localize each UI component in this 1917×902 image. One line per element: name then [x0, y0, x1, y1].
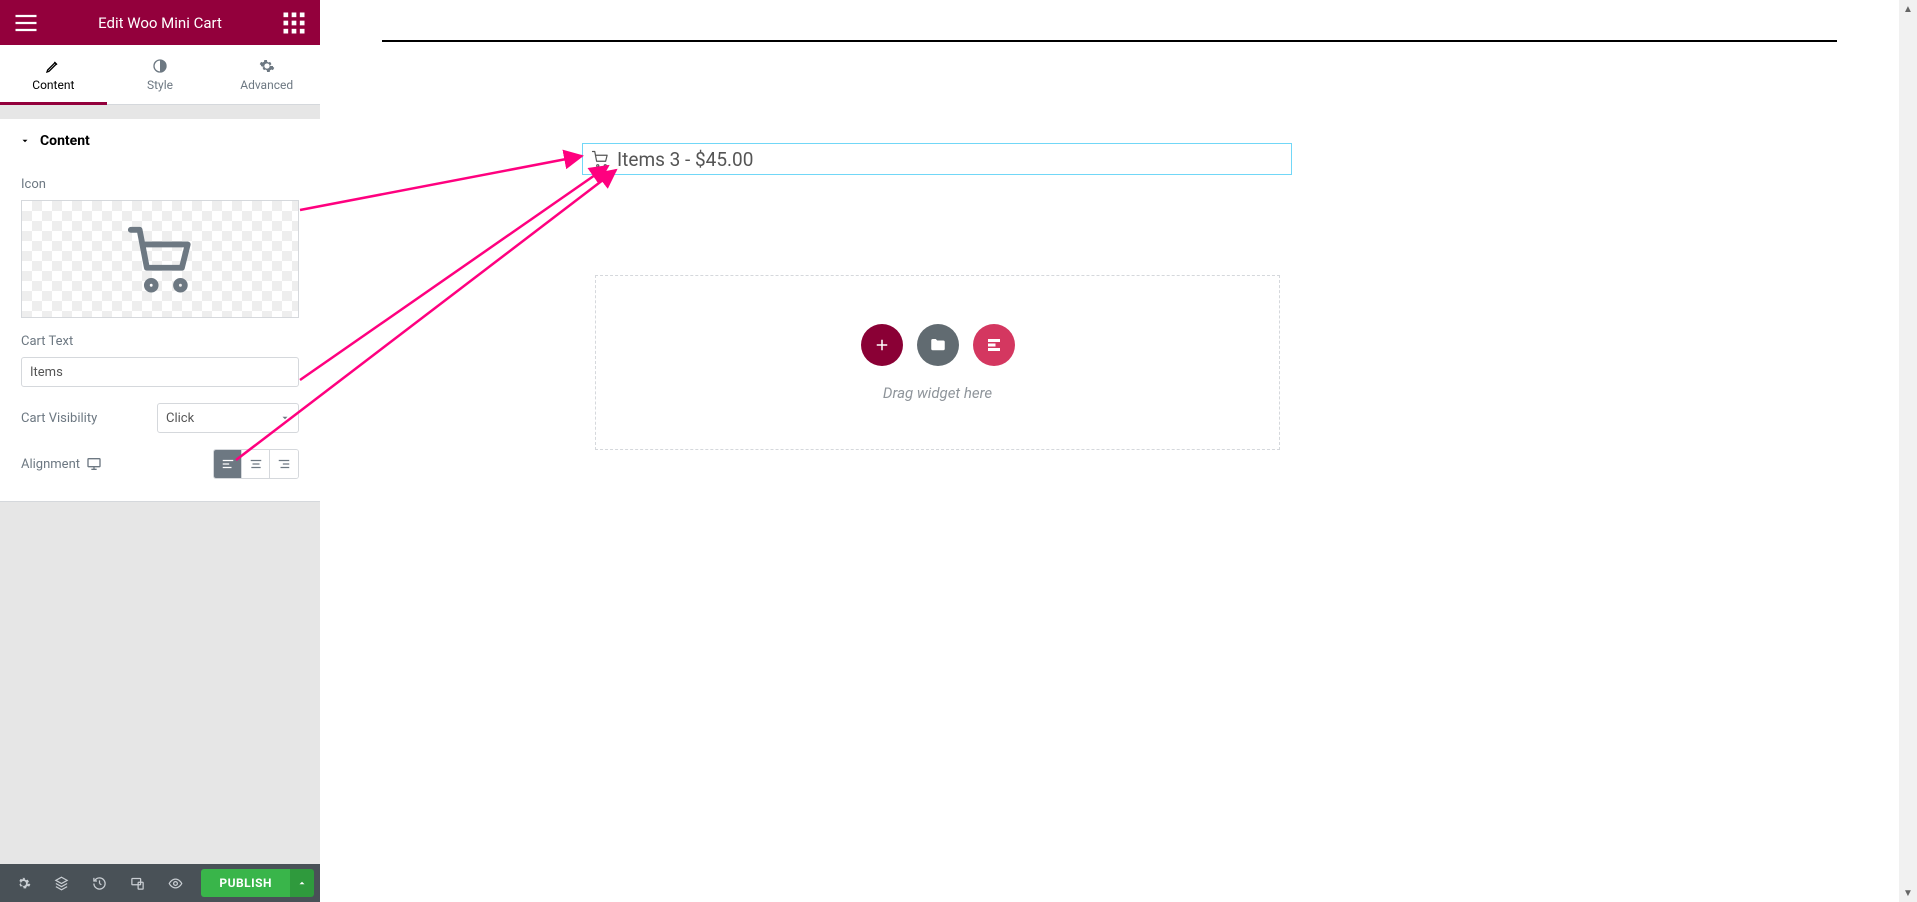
control-label: Alignment	[21, 457, 80, 472]
navigator-button[interactable]	[44, 864, 78, 902]
history-button[interactable]	[82, 864, 116, 902]
section-content: Content Icon Cart Text	[0, 119, 320, 502]
empty-section-dropzone[interactable]: Drag widget here	[595, 275, 1280, 450]
tab-content[interactable]: Content	[0, 45, 107, 104]
menu-button[interactable]	[12, 9, 40, 37]
align-left-button[interactable]	[214, 450, 242, 478]
sidebar-footer: PUBLISH	[0, 864, 320, 902]
elementskit-library-button[interactable]	[973, 324, 1015, 366]
cart-icon	[591, 150, 609, 168]
responsive-device-icon[interactable]	[86, 456, 102, 472]
dropzone-actions	[861, 324, 1015, 366]
icon-picker[interactable]	[21, 200, 299, 318]
caret-down-icon	[20, 136, 30, 146]
section-body: Icon Cart Text Cart Visibility	[0, 163, 320, 501]
divider	[0, 105, 320, 119]
select-value: Click	[166, 411, 194, 426]
panel-title: Edit Woo Mini Cart	[40, 14, 280, 32]
widgets-grid-button[interactable]	[280, 9, 308, 37]
publish-options-button[interactable]	[290, 869, 314, 897]
cart-summary-text: Items 3 - $45.00	[617, 148, 753, 171]
control-icon: Icon	[21, 177, 299, 318]
sidebar-spacer	[0, 502, 320, 864]
preview-button[interactable]	[158, 864, 192, 902]
scrollbar: ▲ ▼	[1899, 0, 1917, 902]
tab-label: Content	[32, 78, 74, 92]
responsive-button[interactable]	[120, 864, 154, 902]
cart-icon	[125, 224, 195, 294]
tab-label: Style	[147, 78, 173, 92]
control-label: Icon	[21, 177, 299, 192]
contrast-icon	[152, 58, 168, 74]
alignment-group	[213, 449, 299, 479]
mini-cart-widget[interactable]: Items 3 - $45.00	[582, 143, 1292, 175]
settings-button[interactable]	[6, 864, 40, 902]
tab-label: Advanced	[240, 78, 293, 92]
control-label: Cart Visibility	[21, 411, 97, 426]
tab-advanced[interactable]: Advanced	[213, 45, 320, 104]
align-right-button[interactable]	[270, 450, 298, 478]
control-cart-visibility: Cart Visibility Click	[21, 403, 299, 433]
publish-button[interactable]: PUBLISH	[201, 869, 290, 897]
panel-tabs: Content Style Advanced	[0, 45, 320, 105]
editor-sidebar: Edit Woo Mini Cart Content Style	[0, 0, 320, 902]
caret-down-icon	[280, 413, 290, 423]
template-library-button[interactable]	[917, 324, 959, 366]
control-alignment: Alignment	[21, 449, 299, 479]
sidebar-header: Edit Woo Mini Cart	[0, 0, 320, 45]
publish-group: PUBLISH	[201, 869, 314, 897]
divider	[382, 40, 1837, 42]
pencil-icon	[45, 58, 61, 74]
editor-canvas[interactable]: Items 3 - $45.00 Drag widget here	[320, 0, 1899, 902]
scroll-up-button[interactable]: ▲	[1899, 0, 1917, 18]
control-cart-text: Cart Text	[21, 334, 299, 387]
tab-style[interactable]: Style	[107, 45, 214, 104]
cart-text-input[interactable]	[21, 357, 299, 387]
section-toggle[interactable]: Content	[0, 119, 320, 163]
section-title: Content	[40, 133, 90, 149]
cart-visibility-select[interactable]: Click	[157, 403, 299, 433]
align-center-button[interactable]	[242, 450, 270, 478]
control-label: Cart Text	[21, 334, 299, 349]
add-section-button[interactable]	[861, 324, 903, 366]
gear-icon	[259, 58, 275, 74]
dropzone-label: Drag widget here	[883, 384, 992, 402]
scroll-down-button[interactable]: ▼	[1899, 884, 1917, 902]
